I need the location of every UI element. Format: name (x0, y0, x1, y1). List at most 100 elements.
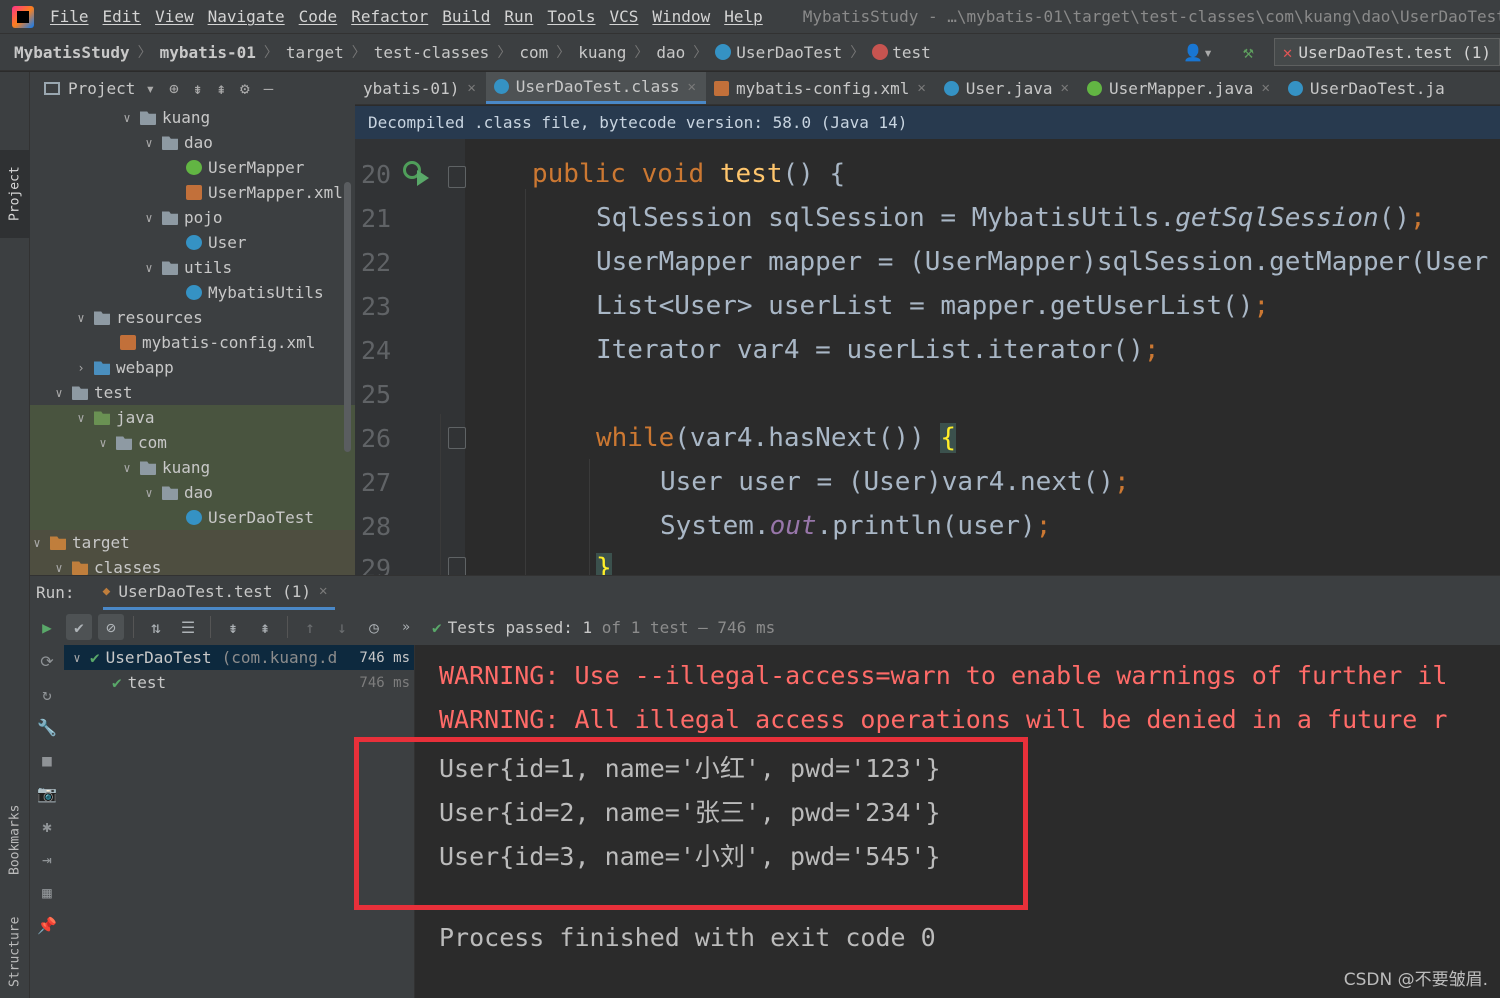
show-ignored-icon[interactable]: ⊘ (98, 614, 124, 640)
breadcrumb-kuang[interactable]: kuang (578, 43, 626, 62)
chevron-down-icon[interactable]: ▾ (145, 79, 155, 98)
menu-tools[interactable]: Tools (547, 7, 595, 26)
fold-marker-icon[interactable] (448, 427, 466, 449)
tree-item[interactable]: ∨ dao (30, 480, 355, 505)
rerun-failed-icon[interactable]: ⟳ (30, 645, 64, 678)
breadcrumb-project[interactable]: MybatisStudy (14, 43, 130, 62)
breadcrumb-dao[interactable]: dao (656, 43, 685, 62)
sort-by-duration-icon[interactable]: ☰ (175, 614, 201, 640)
close-icon[interactable]: ✕ (688, 79, 696, 95)
show-passed-icon[interactable]: ✔ (66, 614, 92, 640)
chevron-down-icon[interactable]: ∨ (96, 436, 110, 450)
tree-item[interactable]: ∨ utils (30, 255, 355, 280)
editor-tab[interactable]: mybatis-config.xml ✕ (706, 72, 936, 104)
wrench-icon[interactable]: 🔧 (30, 711, 64, 744)
camera-icon[interactable]: 📷 (30, 777, 64, 810)
chevron-down-icon[interactable]: ∨ (30, 536, 44, 550)
run-test-gutter-icon[interactable] (403, 161, 429, 187)
chevron-down-icon[interactable]: ∨ (120, 461, 134, 475)
debug-icon[interactable]: ✱ (30, 810, 64, 843)
sort-alphabetically-icon[interactable]: ⇅ (143, 614, 169, 640)
tree-item[interactable]: ∨ classes (30, 555, 355, 575)
tree-item[interactable]: User (30, 230, 355, 255)
chevron-down-icon[interactable]: ∨ (142, 136, 156, 150)
tree-item[interactable]: ∨ test (30, 380, 355, 405)
expand-all-icon[interactable]: ⇟ (220, 614, 246, 640)
tree-item[interactable]: ∨ pojo (30, 205, 355, 230)
editor-tab[interactable]: UserDaoTest.ja (1280, 72, 1455, 104)
user-dropdown-icon[interactable]: 👤▾ (1183, 43, 1213, 62)
tree-item[interactable]: UserDaoTest (30, 505, 355, 530)
layout-icon[interactable]: ▦ (30, 876, 64, 909)
next-test-icon[interactable]: ↓ (329, 614, 355, 640)
breadcrumb-class[interactable]: UserDaoTest (736, 43, 842, 62)
pin-icon[interactable]: 📌 (30, 909, 64, 942)
tree-item[interactable]: MybatisUtils (30, 280, 355, 305)
menu-window[interactable]: Window (652, 7, 710, 26)
chevron-down-icon[interactable]: ∨ (142, 211, 156, 225)
close-icon[interactable]: ✕ (1261, 80, 1269, 96)
close-icon[interactable]: ✕ (467, 80, 475, 96)
chevron-down-icon[interactable]: ∨ (142, 261, 156, 275)
previous-test-icon[interactable]: ↑ (297, 614, 323, 640)
collapse-all-icon[interactable]: ⇞ (252, 614, 278, 640)
more-actions-icon[interactable]: » (393, 614, 419, 640)
tool-tab-project[interactable]: Project (0, 150, 30, 238)
menu-help[interactable]: Help (724, 7, 763, 26)
close-icon[interactable]: ✕ (319, 583, 327, 599)
tool-tab-structure[interactable]: Structure (0, 912, 30, 992)
breadcrumb-target[interactable]: target (286, 43, 344, 62)
breadcrumb-com[interactable]: com (519, 43, 548, 62)
tool-tab-bookmarks[interactable]: Bookmarks (0, 790, 30, 890)
tree-item[interactable]: UserMapper (30, 155, 355, 180)
build-hammer-icon[interactable]: ⚒ (1243, 42, 1254, 63)
menu-vcs[interactable]: VCS (610, 7, 639, 26)
run-configuration-select[interactable]: ✕ UserDaoTest.test (1) (1273, 38, 1500, 66)
fold-marker-icon[interactable] (448, 166, 466, 188)
toggle-auto-test-icon[interactable]: ↻ (30, 678, 64, 711)
test-history-icon[interactable]: ◷ (361, 614, 387, 640)
tree-item[interactable]: ∨ kuang (30, 105, 355, 130)
rerun-icon[interactable]: ▶ (34, 614, 60, 640)
tree-item[interactable]: ∨ dao (30, 130, 355, 155)
chevron-down-icon[interactable]: ∨ (52, 386, 66, 400)
tree-item[interactable]: UserMapper.xml (30, 180, 355, 205)
chevron-down-icon[interactable]: ∨ (120, 111, 134, 125)
project-scrollbar[interactable] (344, 182, 351, 452)
editor-tab[interactable]: ybatis-01) ✕ (355, 72, 486, 104)
menu-navigate[interactable]: Navigate (208, 7, 285, 26)
close-icon[interactable]: ✕ (917, 80, 925, 96)
tree-item[interactable]: ∨ resources (30, 305, 355, 330)
breadcrumb-module[interactable]: mybatis-01 (160, 43, 256, 62)
tree-item[interactable]: › webapp (30, 355, 355, 380)
chevron-down-icon[interactable]: ∨ (52, 561, 66, 575)
tree-item[interactable]: ∨ java (30, 405, 355, 430)
chevron-down-icon[interactable]: ∨ (74, 411, 88, 425)
test-case-row[interactable]: ✔ test 746 ms (64, 670, 414, 695)
menu-view[interactable]: View (155, 7, 194, 26)
chevron-down-icon[interactable]: ∨ (142, 486, 156, 500)
tree-item[interactable]: ∨ com (30, 430, 355, 455)
chevron-right-icon[interactable]: › (74, 361, 88, 375)
menu-code[interactable]: Code (299, 7, 338, 26)
chevron-down-icon[interactable]: ∨ (74, 311, 88, 325)
breadcrumb-test-classes[interactable]: test-classes (374, 43, 490, 62)
tree-item[interactable]: ∨ target (30, 530, 355, 555)
run-tab[interactable]: ◆ UserDaoTest.test (1) ✕ (102, 576, 336, 610)
menu-file[interactable]: File (50, 7, 89, 26)
project-panel-title[interactable]: Project (68, 79, 135, 98)
editor-tab[interactable]: User.java ✕ (936, 72, 1079, 104)
stop-icon[interactable]: ■ (30, 744, 64, 777)
menu-refactor[interactable]: Refactor (351, 7, 428, 26)
code-editor[interactable]: 20 21 22 23 24 25 26 27 28 29 public voi… (355, 139, 1500, 575)
tree-item[interactable]: mybatis-config.xml (30, 330, 355, 355)
editor-tab-active[interactable]: UserDaoTest.class ✕ (485, 72, 706, 104)
menu-edit[interactable]: Edit (103, 7, 142, 26)
tree-item[interactable]: ∨ kuang (30, 455, 355, 480)
chevron-down-icon[interactable]: ∨ (70, 651, 84, 665)
exit-icon[interactable]: ⇥ (30, 843, 64, 876)
project-panel-actions[interactable]: ⊕⇟⇞⚙— (169, 79, 287, 98)
menu-build[interactable]: Build (442, 7, 490, 26)
test-suite-row[interactable]: ∨ ✔ UserDaoTest (com.kuang.d 746 ms (64, 645, 414, 670)
close-icon[interactable]: ✕ (1061, 80, 1069, 96)
